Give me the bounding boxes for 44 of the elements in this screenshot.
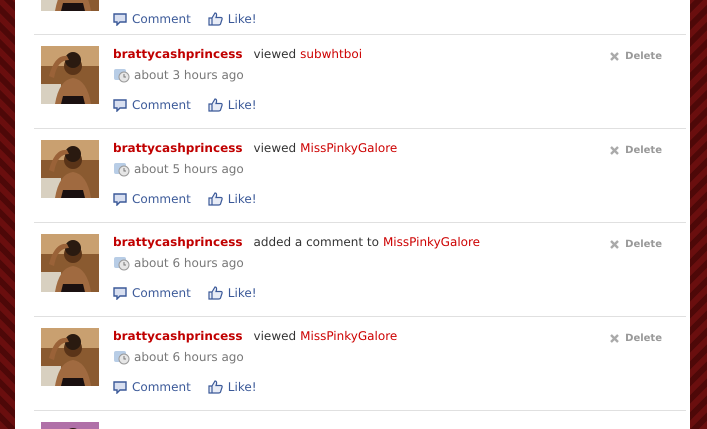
- activity-verb: added a comment to: [254, 234, 379, 250]
- close-icon: [610, 146, 620, 154]
- thumbs-up-icon: [208, 98, 223, 112]
- timestamp: about 6 hours ago: [134, 255, 244, 271]
- like-link[interactable]: Like!: [208, 286, 257, 300]
- clock-icon: [113, 255, 130, 271]
- user-link[interactable]: brattycashprincess: [113, 46, 242, 62]
- clock-icon: [113, 349, 130, 365]
- like-link[interactable]: Like!: [208, 98, 257, 112]
- comment-link[interactable]: Comment: [113, 286, 191, 300]
- speech-bubble-icon: [113, 380, 127, 394]
- close-icon: [610, 240, 620, 248]
- close-icon: [610, 334, 620, 342]
- activity-verb: viewed: [254, 140, 296, 156]
- comment-link[interactable]: Comment: [113, 380, 191, 394]
- like-link[interactable]: Like!: [208, 192, 257, 206]
- speech-bubble-icon: [113, 192, 127, 206]
- like-link[interactable]: Like!: [208, 380, 257, 394]
- thumbs-up-icon: [208, 192, 223, 206]
- user-link[interactable]: MissPinkyGalore: [300, 140, 398, 156]
- thumbs-up-icon: [208, 12, 223, 26]
- thumbs-up-icon: [208, 380, 223, 394]
- close-icon: [610, 52, 620, 60]
- speech-bubble-icon: [113, 286, 127, 300]
- user-link[interactable]: MissPinkyGalore: [382, 234, 480, 250]
- like-link[interactable]: Like!: [208, 12, 257, 26]
- speech-bubble-icon: [113, 98, 127, 112]
- timestamp: about 6 hours ago: [134, 349, 244, 365]
- activity-verb: viewed: [254, 328, 296, 344]
- timestamp: about 3 hours ago: [134, 67, 244, 83]
- speech-bubble-icon: [113, 12, 127, 26]
- comment-link[interactable]: Comment: [113, 98, 191, 112]
- timestamp: about 5 hours ago: [134, 161, 244, 177]
- user-link[interactable]: brattycashprincess: [113, 234, 242, 250]
- user-link[interactable]: brattycashprincess: [113, 140, 242, 156]
- activity-verb: viewed: [254, 46, 296, 62]
- clock-icon: [113, 67, 130, 83]
- comment-link[interactable]: Comment: [113, 192, 191, 206]
- thumbs-up-icon: [208, 286, 223, 300]
- user-link[interactable]: brattycashprincess: [113, 328, 242, 344]
- user-link[interactable]: subwhtboi: [300, 46, 362, 62]
- user-link[interactable]: MissPinkyGalore: [300, 328, 398, 344]
- clock-icon: [113, 161, 130, 177]
- comment-link[interactable]: Comment: [113, 12, 191, 26]
